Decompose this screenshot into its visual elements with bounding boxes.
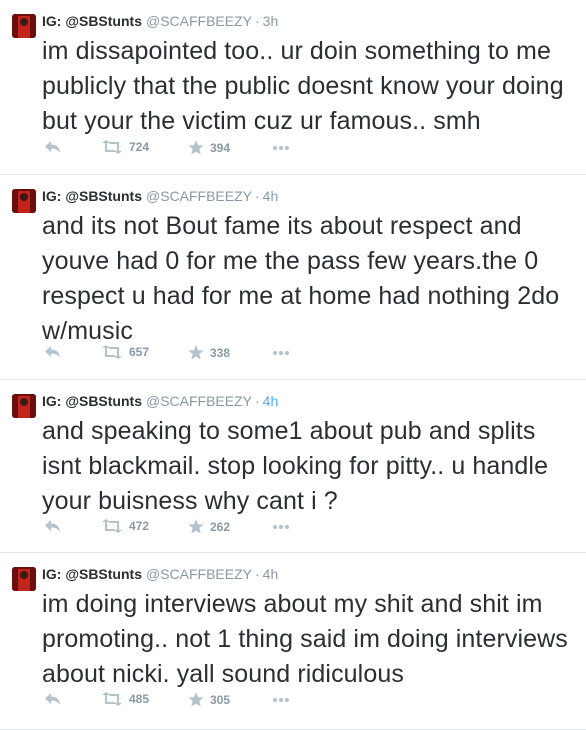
retweet-icon [102,692,122,706]
avatar[interactable] [12,14,36,38]
separator-dot: · [255,393,260,409]
tweet-username[interactable]: @SCAFFBEEZY [146,13,252,29]
tweet-fullname[interactable]: IG: @SBStunts [42,393,142,409]
reply-icon [45,141,60,153]
reply-button[interactable] [44,692,62,706]
tweet: IG: @SBStunts @SCAFFBEEZY · 4h and speaking… [0,380,586,553]
tweet-username[interactable]: @SCAFFBEEZY [146,393,252,409]
retweet-button[interactable]: 472 [101,519,149,533]
tweet-header: IG: @SBStunts @SCAFFBEEZY · 3h [42,13,278,29]
favorite-button[interactable]: 262 [188,519,230,534]
retweet-count: 657 [129,345,150,359]
more-icon [273,351,289,355]
reply-button[interactable] [44,345,62,359]
favorite-button[interactable]: 305 [188,692,230,707]
tweet-fullname[interactable]: IG: @SBStunts [42,566,142,582]
tweet-timestamp[interactable]: 3h [263,13,279,29]
more-button[interactable] [272,692,290,706]
tweet-timestamp[interactable]: 4h [263,566,279,582]
retweet-button[interactable]: 657 [101,345,149,359]
star-icon [188,345,204,360]
retweet-button[interactable]: 485 [101,692,149,706]
retweet-count: 472 [129,519,150,533]
reply-icon [45,693,60,705]
star-icon [188,140,204,155]
tweet-timestamp[interactable]: 4h [263,188,279,204]
reply-button[interactable] [44,519,62,533]
tweet-header: IG: @SBStunts @SCAFFBEEZY · 4h [42,188,278,204]
reply-icon [45,346,60,358]
favorite-button[interactable]: 394 [188,140,230,155]
reply-button[interactable] [44,140,62,154]
tweet: IG: @SBStunts @SCAFFBEEZY · 4h im doing int… [0,553,586,730]
tweet-fullname[interactable]: IG: @SBStunts [42,188,142,204]
favorite-count: 394 [210,140,231,155]
tweet-text: im doing interviews about my shit and sh… [42,590,568,688]
star-icon [188,692,204,707]
more-button[interactable] [272,519,290,533]
reply-icon [45,520,60,532]
retweet-count: 724 [129,140,150,154]
separator-dot: · [255,13,260,29]
tweet-username[interactable]: @SCAFFBEEZY [146,566,252,582]
more-icon [273,525,289,529]
star-icon [188,519,204,534]
tweet-username[interactable]: @SCAFFBEEZY [146,188,252,204]
tweet-timestamp[interactable]: 4h [263,393,279,409]
retweet-icon [102,519,122,533]
more-icon [273,146,289,150]
more-button[interactable] [272,140,290,154]
tweet-header: IG: @SBStunts @SCAFFBEEZY · 4h [42,566,278,582]
avatar[interactable] [12,189,36,213]
favorite-count: 305 [210,692,231,707]
more-icon [273,698,289,702]
tweet: IG: @SBStunts @SCAFFBEEZY · 3h im dissapoin… [0,0,586,175]
favorite-count: 338 [210,345,231,360]
avatar[interactable] [12,567,36,591]
separator-dot: · [255,188,260,204]
tweet-text: and its not Bout fame its about respect … [42,212,560,345]
retweet-button[interactable]: 724 [101,140,149,154]
retweet-count: 485 [129,692,150,706]
favorite-button[interactable]: 338 [188,345,230,360]
retweet-icon [102,345,122,359]
separator-dot: · [255,566,260,582]
tweet: IG: @SBStunts @SCAFFBEEZY · 4h and its not … [0,175,586,380]
retweet-icon [102,140,122,154]
tweet-header: IG: @SBStunts @SCAFFBEEZY · 4h [42,393,278,409]
more-button[interactable] [272,345,290,359]
tweet-text: and speaking to some1 about pub and spli… [42,417,549,515]
tweet-text: im dissapointed too.. ur doin something … [42,37,564,135]
favorite-count: 262 [210,519,231,534]
tweet-fullname[interactable]: IG: @SBStunts [42,13,142,29]
avatar[interactable] [12,394,36,418]
